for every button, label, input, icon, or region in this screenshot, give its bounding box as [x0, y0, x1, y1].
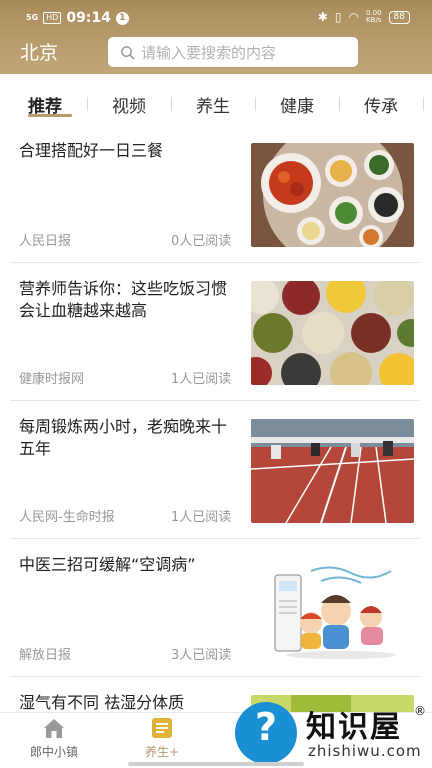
city-selector[interactable]: 北京	[20, 38, 58, 65]
article-title: 每周锻炼两小时，老痴晚来十五年	[19, 417, 228, 458]
article-thumbnail	[251, 143, 414, 247]
article-thumbnail	[251, 281, 414, 385]
watermark-brand: 知识屋	[306, 710, 402, 745]
search-placeholder: 请输入要搜索的内容	[141, 43, 277, 62]
article-card[interactable]: 营养师告诉你：这些吃饭习惯会让血糖越来越高 健康时报网 1人已阅读	[10, 264, 420, 401]
net-speed-unit: KB/s	[366, 16, 382, 24]
nav-town-label: 郎中小镇	[29, 745, 78, 759]
search-icon	[121, 46, 135, 60]
list-icon	[152, 718, 172, 738]
article-card[interactable]: 中医三招可缓解“空调病” 解放日报 3人已阅读	[10, 540, 420, 677]
article-source: 健康时报网	[19, 372, 85, 387]
bluetooth-icon: ✱	[317, 10, 328, 24]
article-title: 营养师告诉你：这些吃饭习惯会让血糖越来越高	[19, 279, 228, 320]
tab-divider	[339, 97, 340, 111]
article-title: 中医三招可缓解“空调病”	[19, 555, 196, 574]
status-bar: 5G HD 09:14 1 ✱ ▯ ◠ 0.00 KB/s 88	[0, 0, 432, 34]
tab-health[interactable]: 健康	[280, 92, 314, 117]
tab-divider	[255, 97, 256, 111]
article-read-count: 3人已阅读	[171, 648, 232, 663]
grains-image	[251, 281, 414, 385]
air-conditioner-illustration	[251, 557, 414, 661]
question-mark-glyph: ?	[254, 705, 278, 749]
home-icon	[44, 719, 64, 738]
battery-icon: 88	[388, 10, 410, 24]
tab-health-preservation[interactable]: 养生	[196, 92, 230, 117]
watermark-registered: ®	[414, 704, 426, 718]
category-tabs: 推荐 视频 养生 健康 传承	[0, 80, 432, 126]
home-indicator[interactable]	[128, 762, 304, 766]
article-title: 湿气有不同 祛湿分体质	[19, 693, 185, 712]
watermark-url: zhishiwu.com	[308, 742, 422, 760]
nav-health-plus-label: 养生+	[144, 745, 180, 759]
active-tab-indicator	[28, 114, 72, 117]
nav-health-plus[interactable]: 养生+	[122, 717, 202, 760]
article-title: 合理搭配好一日三餐	[19, 141, 164, 160]
article-card[interactable]: 合理搭配好一日三餐 人民日报 0人已阅读	[10, 126, 420, 263]
article-source: 人民网-生命时报	[19, 510, 115, 525]
wifi-icon: ◠	[348, 10, 359, 24]
article-source: 解放日报	[19, 648, 72, 663]
hd-badge: HD	[43, 12, 62, 24]
article-card[interactable]: 每周锻炼两小时，老痴晚来十五年 人民网-生命时报 1人已阅读	[10, 402, 420, 539]
meal-image	[251, 143, 414, 247]
nav-town[interactable]: 郎中小镇	[14, 717, 94, 760]
status-time: 09:14	[66, 10, 111, 26]
article-read-count: 1人已阅读	[171, 510, 232, 525]
notification-badge: 1	[115, 11, 129, 25]
tab-video[interactable]: 视频	[112, 92, 146, 117]
article-read-count: 1人已阅读	[171, 372, 232, 387]
vibrate-icon: ▯	[334, 10, 342, 24]
running-track-image	[251, 419, 414, 523]
net-speed: 0.00 KB/s	[366, 10, 382, 24]
tab-heritage[interactable]: 传承	[364, 92, 398, 117]
article-source: 人民日报	[19, 234, 72, 249]
watermark: ? 知识屋 ® zhishiwu.com	[232, 700, 432, 768]
signal-icon: 5G	[26, 13, 39, 22]
tab-divider	[171, 97, 172, 111]
article-thumbnail	[251, 419, 414, 523]
app-header: 5G HD 09:14 1 ✱ ▯ ◠ 0.00 KB/s 88 北京 请输入要…	[0, 0, 432, 74]
article-thumbnail	[251, 557, 414, 661]
tab-divider	[87, 97, 88, 111]
tab-divider	[423, 97, 424, 111]
search-input[interactable]: 请输入要搜索的内容	[108, 37, 358, 67]
article-read-count: 0人已阅读	[171, 234, 232, 249]
